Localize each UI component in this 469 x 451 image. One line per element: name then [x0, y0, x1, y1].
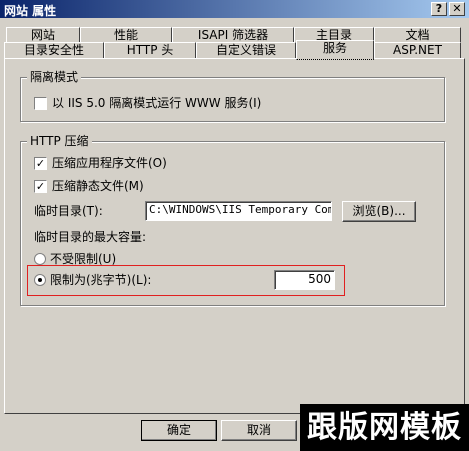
tab-aspnet[interactable]: ASP.NET — [374, 42, 461, 59]
title-bar: 网站 属性 ? ✕ — [0, 0, 469, 18]
properties-dialog: 网站 属性 ? ✕ 网站 性能 ISAPI 筛选器 主目录 文档 目录安全性 H… — [0, 0, 469, 451]
tab-service[interactable]: 服务 — [296, 40, 374, 60]
limit-radio[interactable] — [34, 274, 46, 286]
watermark-logo: 跟版网模板 — [300, 404, 469, 451]
tab-directory-security[interactable]: 目录安全性 — [4, 42, 104, 59]
compression-group-title: HTTP 压缩 — [27, 134, 92, 148]
help-button[interactable]: ? — [431, 2, 447, 16]
isolation-group-title: 隔离模式 — [27, 70, 82, 84]
unlimited-radio-label: 不受限制(U) — [50, 252, 117, 266]
isolation-checkbox-label: 以 IIS 5.0 隔离模式运行 WWW 服务(I) — [52, 96, 262, 110]
temp-directory-input[interactable]: C:\WINDOWS\IIS Temporary Compr — [145, 201, 332, 221]
compress-static-files-label: 压缩静态文件(M) — [52, 179, 144, 193]
cancel-button[interactable]: 取消 — [221, 420, 297, 441]
tab-http-headers[interactable]: HTTP 头 — [104, 42, 196, 59]
limit-size-input[interactable]: 500 — [274, 270, 335, 290]
limit-radio-label: 限制为(兆字节)(L): — [50, 273, 152, 287]
ok-button[interactable]: 确定 — [141, 420, 217, 441]
window-title: 网站 属性 — [4, 4, 57, 18]
browse-button[interactable]: 浏览(B)... — [342, 201, 416, 222]
compress-app-files-checkbox[interactable]: ✓ — [34, 157, 47, 170]
max-size-label: 临时目录的最大容量: — [34, 230, 147, 244]
close-button[interactable]: ✕ — [449, 2, 465, 16]
tab-custom-errors[interactable]: 自定义错误 — [196, 42, 296, 59]
check-icon: ✓ — [35, 157, 46, 170]
compress-static-files-checkbox[interactable]: ✓ — [34, 180, 47, 193]
radio-dot-icon — [38, 278, 42, 282]
compress-app-files-label: 压缩应用程序文件(O) — [52, 156, 167, 170]
temp-directory-label: 临时目录(T): — [34, 204, 103, 218]
check-icon: ✓ — [35, 180, 46, 193]
isolation-checkbox[interactable] — [34, 97, 47, 110]
unlimited-radio[interactable] — [34, 253, 46, 265]
